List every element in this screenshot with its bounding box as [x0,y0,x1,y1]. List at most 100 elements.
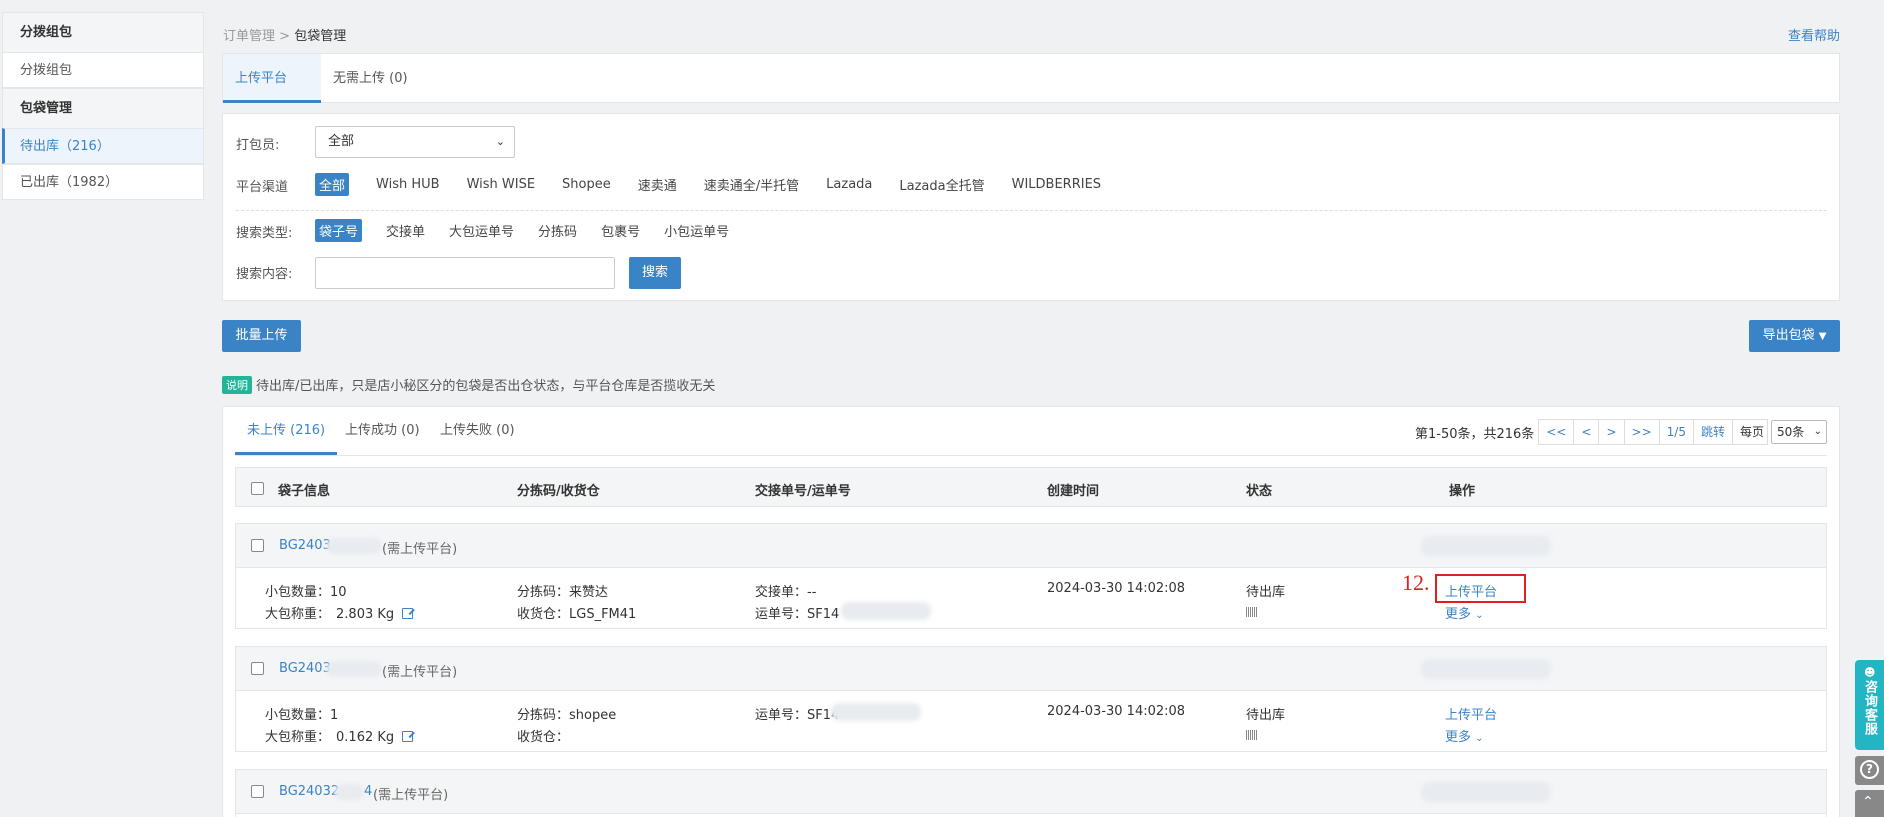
last-page-button[interactable]: >> [1623,419,1660,445]
bag-weight: 大包称重： 0.162 Kg [265,726,414,745]
need-upload-note: (需上传平台) [373,788,449,803]
barcode-icon [1246,606,1257,621]
search-type-option[interactable]: 大包运单号 [449,221,514,240]
receiving-warehouse: 收货仓：LGS_FM41 [517,607,637,622]
export-bags-button[interactable]: 导出包袋 ▼ [1749,320,1840,352]
search-type-option[interactable]: 小包运单号 [664,221,729,240]
chevron-down-icon: ⌄ [1813,426,1822,437]
upload-platform-link[interactable]: 上传平台 [1445,704,1497,723]
handover-number: 交接单：-- [755,585,817,600]
table-row: BG2403 (需上传平台) 小包数量：10 大包称重： 2.803 Kg 分拣码… [235,523,1827,629]
search-type-option[interactable]: 分拣码 [538,221,577,240]
packer-label: 打包员: [236,138,280,153]
help-link[interactable]: 查看帮助 [1788,25,1840,44]
column-header: 创建时间 [1047,484,1100,499]
channel-option[interactable]: Wish HUB [376,177,440,192]
batch-upload-button[interactable]: 批量上传 [222,320,301,352]
row-header: BG2403 (需上传平台) [236,524,1826,568]
sidebar-item-pending-outbound[interactable]: 待出库（216） [2,128,204,164]
created-time: 2024-03-30 14:02:08 [1047,581,1186,596]
channel-label: 平台渠道 [236,180,289,195]
table-row: BG2403 (需上传平台) 小包数量：1 大包称重： 0.162 Kg 分拣码：… [235,646,1827,752]
upload-platform-link[interactable]: 上传平台 [1445,581,1497,600]
channel-option[interactable]: Lazada [826,177,872,192]
consult-service-label: 咨询客服 [1862,680,1877,736]
pagination: 第1-50条，共216条 << < > >> 1/5 跳转 每页 50条 ⌄ [1415,419,1827,445]
redacted-text [841,602,931,620]
bag-weight-value: 2.803 Kg [336,607,395,622]
headset-icon: ☻ [1864,666,1876,679]
row-checkbox[interactable] [251,539,264,552]
search-type-options: 袋子号 交接单 大包运单号 分拣码 包裹号 小包运单号 [315,218,756,242]
divider [235,455,1827,456]
bag-number-link[interactable]: BG24032 [279,784,339,799]
sort-code: 分拣码：来赞达 [517,585,609,600]
channel-option[interactable]: 速卖通全/半托管 [704,175,799,194]
tab-upload-platform[interactable]: 上传平台 (216) [223,54,321,136]
search-input[interactable] [315,257,615,289]
row-checkbox[interactable] [251,662,264,675]
more-actions-link[interactable]: 更多 ⌄ [1445,726,1484,745]
search-type-option[interactable]: 袋子号 [315,218,363,242]
first-page-button[interactable]: << [1538,419,1575,445]
more-actions-label: 更多 [1445,730,1472,745]
jump-page-button[interactable]: 跳转 [1692,419,1733,445]
help-float-button[interactable]: ? [1855,756,1884,785]
packer-select[interactable]: 全部 ⌄ [315,126,515,158]
per-page-select[interactable]: 50条 ⌄ [1771,420,1827,444]
bag-number-tail[interactable]: 4 [364,784,372,799]
edit-icon[interactable] [402,731,414,742]
channel-option[interactable]: 速卖通 [638,175,677,194]
bag-number-link[interactable]: BG2403 [279,661,331,676]
edit-icon[interactable] [402,608,414,619]
chevron-down-icon: ⌄ [1475,610,1484,621]
question-icon: ? [1860,760,1879,779]
prev-page-button[interactable]: < [1573,419,1600,445]
sidebar-item-allocate-package[interactable]: 分拨组包 [2,52,204,88]
select-all-checkbox[interactable] [251,482,264,495]
bag-weight-label: 大包称重： [265,607,331,622]
search-content-label: 搜索内容: [236,267,293,282]
search-type-option[interactable]: 包裹号 [601,221,640,240]
breadcrumb-parent-link[interactable]: 订单管理 [223,29,275,44]
need-upload-note: (需上传平台) [382,665,458,680]
divider [236,210,1827,211]
waybill-number: 运单号：SF14 [755,607,840,622]
bag-weight-value: 0.162 Kg [336,730,395,745]
consult-service-button[interactable]: ☻ 咨询客服 [1855,660,1884,750]
channel-option[interactable]: Wish WISE [467,177,535,192]
redacted-text [831,703,921,721]
channel-option[interactable]: Shopee [562,177,611,192]
channel-option[interactable]: Lazada全托管 [899,175,984,194]
per-page-label: 每页 [1731,419,1768,445]
search-type-option[interactable]: 交接单 [386,221,425,240]
sidebar-item-outbound[interactable]: 已出库（1982） [2,164,204,200]
tab-not-uploaded[interactable]: 未上传 (216) [235,407,338,455]
redacted-text [326,661,382,677]
channel-option[interactable]: 全部 [315,172,350,196]
small-package-count: 小包数量：10 [265,585,347,600]
more-actions-link[interactable]: 更多 ⌄ [1445,603,1484,622]
row-header: BG24032 4 (需上传平台) [236,770,1826,814]
info-tag: 说明 [222,375,252,394]
search-button[interactable]: 搜索 [629,257,681,289]
barcode-icon [1246,729,1257,744]
bag-number-link[interactable]: BG2403 [279,538,331,553]
bag-list-panel: 未上传 (216) 上传成功 (0) 上传失败 (0) 第1-50条，共216条… [222,406,1840,817]
export-bags-label: 导出包袋 [1762,328,1815,343]
packer-select-value: 全部 [328,134,355,149]
tab-upload-failed[interactable]: 上传失败 (0) [440,407,515,455]
breadcrumb-separator: > [279,29,291,44]
info-note: 说明 待出库/已出库，只是店小秘区分的包袋是否出仓状态，与平台仓库是否揽收无关 [222,375,715,394]
tab-upload-success[interactable]: 上传成功 (0) [345,407,420,455]
back-to-top-button[interactable]: ⌃ [1855,790,1884,817]
tab-no-upload[interactable]: 无需上传 (0) [321,54,420,103]
sidebar-group-title: 包袋管理 [2,88,204,128]
channel-option[interactable]: WILDBERRIES [1012,177,1101,192]
redacted-text [1421,659,1551,679]
column-header: 状态 [1246,484,1273,499]
row-checkbox[interactable] [251,785,264,798]
next-page-button[interactable]: > [1598,419,1625,445]
status-text: 待出库 [1246,585,1286,600]
small-package-count: 小包数量：1 [265,708,339,723]
